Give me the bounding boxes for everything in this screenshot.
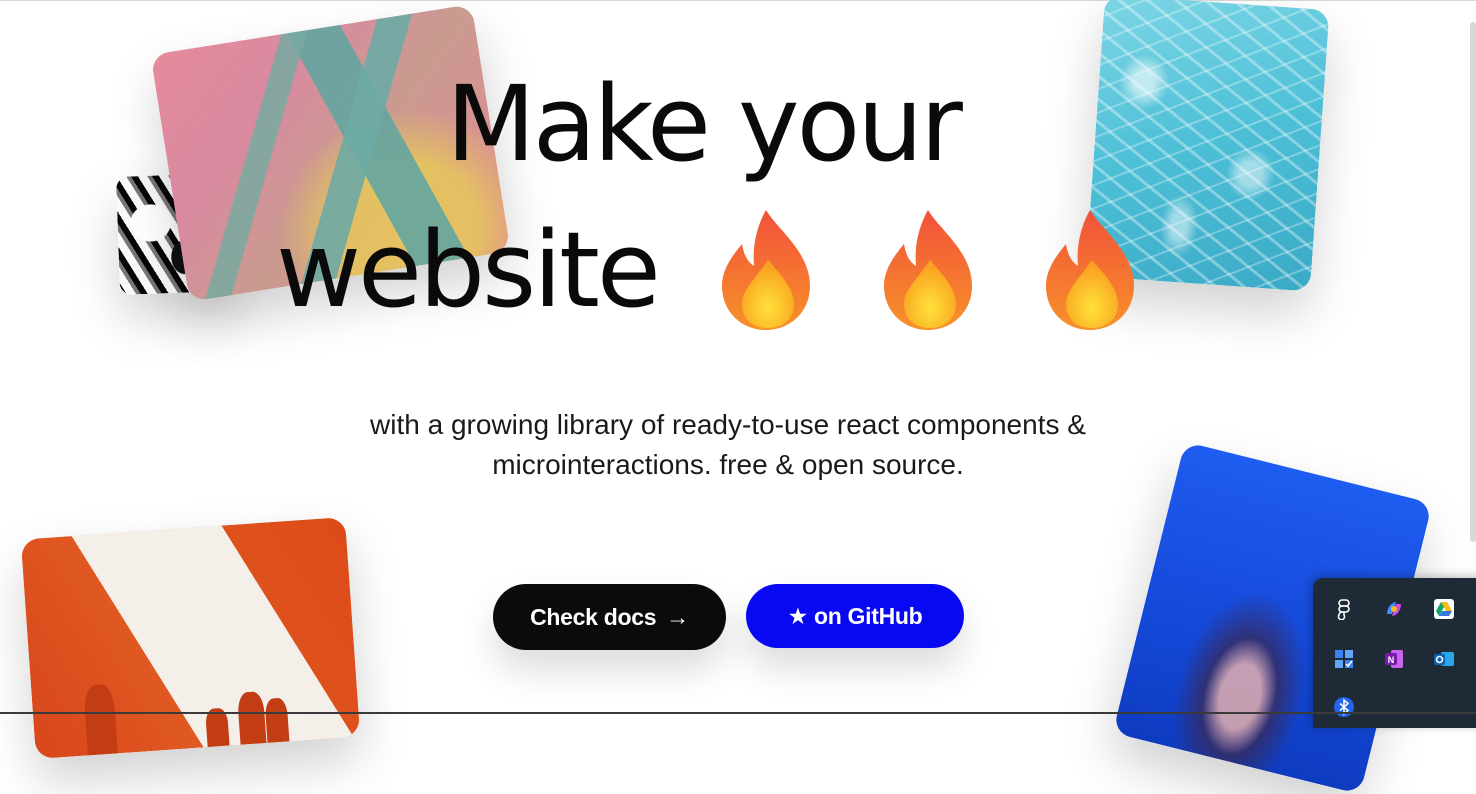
copilot-icon[interactable] <box>1383 598 1405 620</box>
svg-text:N: N <box>1388 655 1395 665</box>
hero-title-line-1: Make your <box>446 63 963 185</box>
google-drive-icon[interactable] <box>1433 598 1455 620</box>
fire-icon <box>884 210 972 330</box>
outlook-icon[interactable] <box>1433 648 1455 670</box>
hero-title-line-2: website <box>276 209 661 331</box>
github-star-button[interactable]: ★ on GitHub <box>746 584 964 648</box>
arrow-right-icon: → <box>666 603 689 630</box>
system-tray-overflow: N <box>1313 578 1476 728</box>
top-divider <box>0 0 1476 1</box>
fire-icon <box>1046 210 1134 330</box>
check-docs-label: Check docs <box>530 603 657 630</box>
onenote-icon[interactable]: N <box>1383 648 1405 670</box>
fire-icon <box>722 210 810 330</box>
figma-icon[interactable] <box>1333 598 1355 620</box>
bluetooth-icon[interactable] <box>1333 696 1355 718</box>
check-docs-button[interactable]: Check docs → <box>493 584 726 650</box>
hero-subtitle: with a growing library of ready-to-use r… <box>370 409 1086 480</box>
scrollbar[interactable] <box>1470 22 1476 542</box>
orange-photo-card <box>20 516 361 760</box>
github-star-label: ★ on GitHub <box>787 602 923 629</box>
task-manager-icon[interactable] <box>1333 648 1355 670</box>
